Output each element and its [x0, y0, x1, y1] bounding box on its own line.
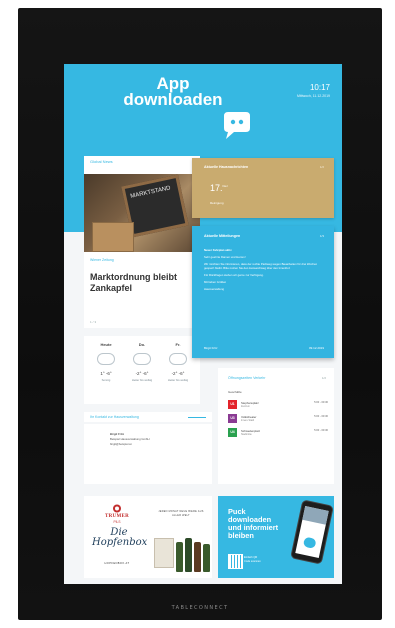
- weather-day-name: Fr.: [175, 342, 181, 347]
- hours-pager[interactable]: 1/2: [322, 376, 326, 380]
- house-news-day: 17.: [210, 183, 223, 193]
- station-desc: Innere Stadt: [241, 419, 255, 422]
- puck-logo-icon: [302, 536, 317, 549]
- hero-title-line2: downloaden: [123, 90, 223, 109]
- ad-brand-sub: PILS: [113, 520, 121, 524]
- weather-temp: -2° -6°: [135, 371, 149, 376]
- station-hours: 5:00 - 00:30: [314, 429, 328, 432]
- news-pager[interactable]: 1/3: [90, 320, 97, 324]
- hours-row: U4 Schwedenplatz Stadtmitte 5:00 - 00:30: [228, 428, 328, 440]
- news-headline: Marktordnung bleibt Zankapfel: [90, 272, 177, 293]
- bottle-image: [185, 538, 192, 572]
- hours-row: U1 Stephansplatz Zentrum 5:00 - 00:30: [228, 400, 328, 412]
- station-desc: Stadtmitte: [241, 433, 252, 436]
- news-source: Wiener Zeitung: [90, 258, 114, 262]
- phone-app-header: [302, 506, 329, 525]
- cloud-icon: [133, 353, 151, 365]
- weather-temp: -2° -6°: [171, 371, 185, 376]
- hours-row: U3 Volkstheater Innere Stadt 5:00 - 00:3…: [228, 414, 328, 426]
- promo-title-line: bleiben: [228, 531, 254, 540]
- weather-condition: Heiter bis wolkig: [131, 378, 153, 382]
- news-photo: MARKTSTAND: [84, 174, 200, 252]
- house-news-month: Dez: [222, 184, 228, 188]
- puck-logo-icon: [224, 112, 250, 139]
- contact-indicator: [188, 417, 206, 418]
- kiosk-screen: App downloaden 10:17 Mittwoch, 11.12.201…: [64, 64, 342, 584]
- puck-download-promo[interactable]: Puck downloaden und informiert bleiben E…: [218, 496, 334, 578]
- clock-time: 10:17: [309, 83, 330, 92]
- notice-line: Neuer Fahrplan aktiv: [204, 248, 232, 252]
- sun-icon: [97, 353, 115, 365]
- notice-date: 09.12.2019: [308, 346, 324, 350]
- contact-company: Beispiel Hausverwaltung GmbH: [110, 437, 150, 441]
- bottle-image: [203, 544, 210, 572]
- notice-line: Wir möchten Sie informieren, dass der re…: [204, 262, 318, 270]
- bottle-image: [176, 542, 183, 572]
- weather-day: Heute 1° -6° Sonnig: [88, 342, 124, 382]
- weather-day-name: Do.: [138, 342, 146, 347]
- ad-url: HOPFENBOX.AT: [104, 562, 130, 565]
- ad-script-title: Die Hopfenbox: [92, 527, 148, 548]
- notice-pager[interactable]: 1/3: [320, 234, 324, 238]
- opening-hours-widget: Öffnungszeiten Verkehr 1/2 Geschäfte U1 …: [218, 368, 334, 484]
- chalkboard-text: MARKTSTAND: [129, 185, 172, 200]
- ad-brand: TRUMER: [104, 514, 130, 519]
- contact-name: Birgit Fritz: [110, 432, 124, 436]
- contact-email[interactable]: birgit@beispiel.at: [110, 442, 132, 446]
- hero-title: App downloaden: [110, 75, 236, 109]
- frame-brand: TABLECONNECT: [171, 605, 229, 611]
- house-news-title: Aktuelle Hausnachrichten: [204, 165, 249, 169]
- hours-title: Öffnungszeiten Verkehr: [228, 376, 266, 380]
- news-card[interactable]: MARKTSTAND Wiener Zeitung Marktordnung b…: [84, 168, 200, 328]
- house-news-subtitle: Reinigung: [210, 201, 224, 205]
- notice-author: Birgit Fritz: [204, 346, 218, 350]
- promo-title: Puck downloaden und informiert bleiben: [228, 508, 292, 540]
- station-desc: Zentrum: [241, 405, 250, 408]
- notice-line: Hausverwaltung: [204, 287, 225, 291]
- house-news-card[interactable]: Aktuelle Hausnachrichten 1/2 17.Dez Rein…: [192, 158, 334, 218]
- cloud-icon: [169, 353, 187, 365]
- beer-box-image: [154, 538, 174, 568]
- station-hours: 5:00 - 00:30: [314, 415, 328, 418]
- tab-contact[interactable]: Ihr Kontakt zur Hausverwaltung: [84, 412, 212, 422]
- notice-line: Für Rückfragen stehen wir gerne zur Verf…: [204, 273, 264, 277]
- contact-card: Birgit Fritz Beispiel Hausverwaltung Gmb…: [84, 424, 212, 484]
- brewery-seal-icon: [113, 504, 121, 513]
- weather-widget: Heute 1° -6° Sonnig Do. -2° -6° Heiter b…: [84, 336, 200, 404]
- weather-day: Fr. -2° -6° Heiter bis wolkig: [160, 342, 196, 382]
- notice-card[interactable]: Aktuelle Mitteilungen 1/3 Neuer Fahrplan…: [192, 226, 334, 358]
- house-news-date: 17.Dez: [210, 183, 228, 193]
- hours-subtitle: Geschäfte: [228, 390, 242, 394]
- weather-day-name: Heute: [100, 342, 112, 347]
- tab-global-news[interactable]: Global News: [84, 156, 200, 168]
- weather-day: Do. -2° -6° Heiter bis wolkig: [124, 342, 160, 382]
- notice-body: Neuer Fahrplan aktiv Sehr geehrte Damen …: [204, 248, 322, 294]
- notice-line: Sehr geehrte Damen und Herren!: [204, 255, 246, 259]
- qr-instructions: Einfach QR Code scannen: [244, 556, 261, 563]
- line-badge: U4: [228, 428, 237, 437]
- bottle-image: [194, 542, 201, 572]
- contact-label: Ihr Kontakt zur Hausverwaltung: [90, 415, 139, 419]
- qr-code-icon[interactable]: [228, 554, 243, 569]
- notice-line: Mit lieben Grüßen: [204, 280, 227, 284]
- phone-screen: [295, 506, 329, 558]
- qr-text-line: Code scannen: [244, 559, 261, 563]
- clock-date: Mittwoch, 11.12.2019: [296, 94, 330, 98]
- phone-image: [290, 499, 334, 565]
- line-badge: U1: [228, 400, 237, 409]
- ad-banner-hopfenbox[interactable]: TRUMER PILS Die Hopfenbox HOPFENBOX.AT J…: [84, 496, 212, 578]
- house-news-pager[interactable]: 1/2: [320, 165, 324, 169]
- weather-temp: 1° -6°: [100, 371, 112, 376]
- ad-tagline: JEDEN MONAT NEUE BIERE AUS ALLER WELT: [158, 510, 204, 517]
- crate-image: [92, 222, 134, 252]
- weather-condition: Sonnig: [101, 378, 111, 382]
- station-hours: 5:00 - 00:30: [314, 401, 328, 404]
- weather-condition: Heiter bis wolkig: [167, 378, 189, 382]
- line-badge: U3: [228, 414, 237, 423]
- notice-title: Aktuelle Mitteilungen: [204, 234, 241, 238]
